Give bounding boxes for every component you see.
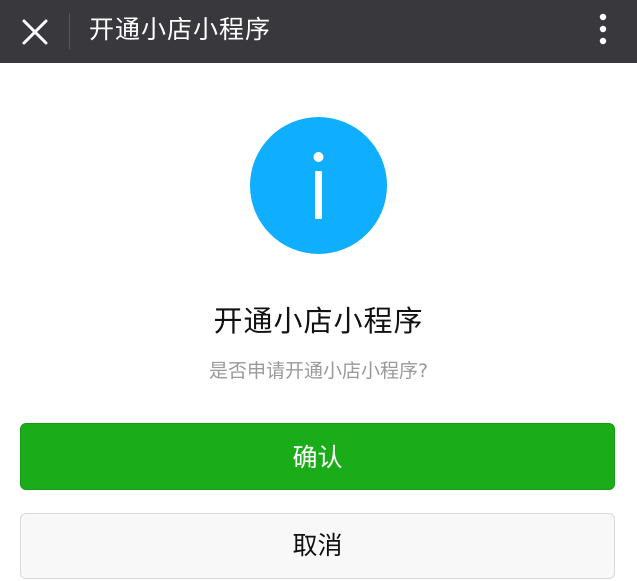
info-icon [250, 117, 387, 254]
page-title: 开通小店小程序 [89, 15, 272, 44]
top-bar: 开通小店小程序 [0, 0, 637, 63]
more-vertical-icon [599, 13, 607, 45]
more-button[interactable] [584, 9, 622, 49]
confirm-button[interactable]: 确认 [20, 423, 615, 490]
dialog-message: 是否申请开通小店小程序? [208, 360, 429, 382]
close-icon [22, 19, 48, 45]
header-divider [69, 13, 70, 49]
dialog-heading: 开通小店小程序 [213, 304, 424, 338]
close-button[interactable] [12, 9, 58, 55]
cancel-button[interactable]: 取消 [20, 513, 615, 579]
